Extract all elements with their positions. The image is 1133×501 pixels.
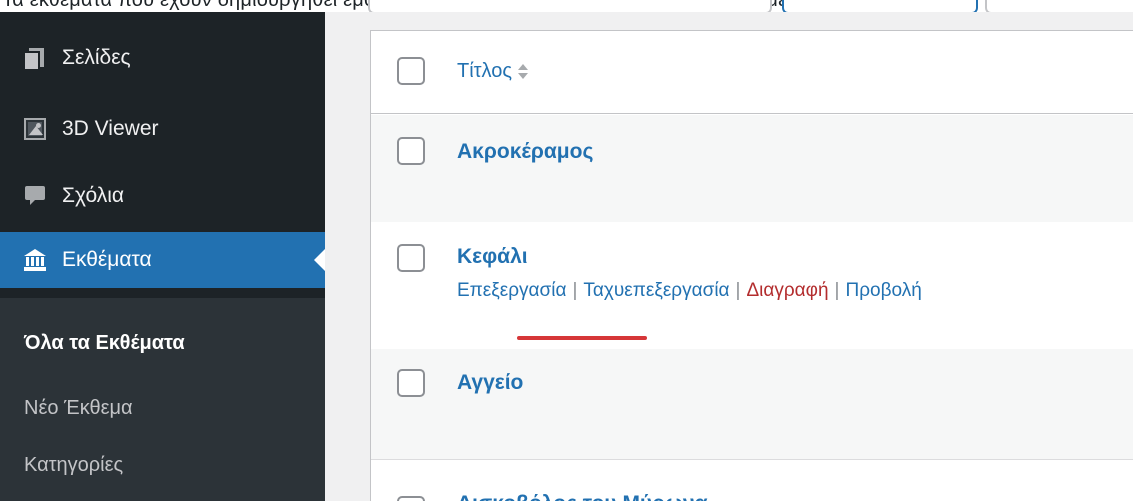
menu-item-comments[interactable]: Σχόλια	[0, 168, 325, 224]
delete-action[interactable]: Διαγραφή	[746, 280, 828, 301]
cropped-field-2[interactable]	[985, 0, 1133, 12]
active-menu-arrow	[314, 249, 325, 271]
quick-edit-action[interactable]: Ταχυεπεξεργασία	[583, 280, 729, 301]
menu-item-exhibits[interactable]: Εκθέματα	[0, 232, 325, 288]
table-row: Κεφάλι Επεξεργασία | Ταχυεπεξεργασία | Διαγρ…	[371, 222, 1133, 349]
row-checkbox[interactable]	[397, 496, 425, 501]
image-icon	[24, 118, 46, 140]
row-checkbox[interactable]	[397, 244, 425, 272]
table-row: Αγγείο	[371, 349, 1133, 459]
row-title-link[interactable]: Κεφάλι	[457, 245, 528, 269]
submenu-all-exhibits[interactable]: Όλα τα Εκθέματα	[24, 332, 185, 355]
highlight-underline	[517, 336, 647, 340]
menu-item-label: Εκθέματα	[62, 248, 152, 271]
row-actions: Επεξεργασία | Ταχυεπεξεργασία | Διαγραφή | Προ…	[457, 280, 922, 301]
menu-item-label: 3D Viewer	[62, 117, 159, 140]
select-all-checkbox[interactable]	[397, 57, 425, 85]
row-title-link[interactable]: Δισκοβόλος του Μύρωνα	[457, 492, 708, 501]
exhibits-submenu: Όλα τα Εκθέματα Νέο Έκθεμα Κατηγορίες	[0, 298, 325, 501]
cropped-button[interactable]	[782, 0, 978, 12]
admin-sidebar: Σελίδες 3D Viewer Σχόλια Εκθέματα Όλα τα…	[0, 12, 325, 501]
table-header-row: Τίτλος	[371, 31, 1133, 114]
cropped-field[interactable]	[368, 0, 772, 12]
menu-item-label: Σχόλια	[62, 184, 125, 207]
exhibits-table: Τίτλος Ακροκέραμος Κεφάλι Επεξεργασία | Τα…	[370, 30, 1133, 501]
column-title-label: Τίτλος	[457, 60, 513, 82]
bank-icon	[24, 249, 46, 271]
table-row: Δισκοβόλος του Μύρωνα	[371, 459, 1133, 501]
menu-item-label: Σελίδες	[62, 46, 131, 69]
row-title-link[interactable]: Ακροκέραμος	[457, 140, 593, 164]
menu-item-pages[interactable]: Σελίδες	[0, 30, 325, 86]
row-checkbox[interactable]	[397, 369, 425, 397]
column-title-header[interactable]: Τίτλος	[457, 60, 529, 83]
menu-item-3d-viewer[interactable]: 3D Viewer	[0, 101, 325, 157]
row-checkbox[interactable]	[397, 137, 425, 165]
submenu-new-exhibit[interactable]: Νέο Έκθεμα	[24, 397, 133, 420]
row-title-link[interactable]: Αγγείο	[457, 371, 523, 395]
sort-icon	[518, 63, 529, 80]
submenu-categories[interactable]: Κατηγορίες	[24, 454, 123, 477]
view-action[interactable]: Προβολή	[845, 280, 921, 301]
main-content: Τίτλος Ακροκέραμος Κεφάλι Επεξεργασία | Τα…	[325, 12, 1133, 501]
table-row: Ακροκέραμος	[371, 115, 1133, 222]
top-strip: Τα εκθέματα που έχουν δημιουργηθεί εμφαν…	[0, 0, 1133, 12]
edit-action[interactable]: Επεξεργασία	[457, 280, 566, 301]
pages-icon	[24, 47, 46, 69]
comment-icon	[24, 185, 46, 207]
